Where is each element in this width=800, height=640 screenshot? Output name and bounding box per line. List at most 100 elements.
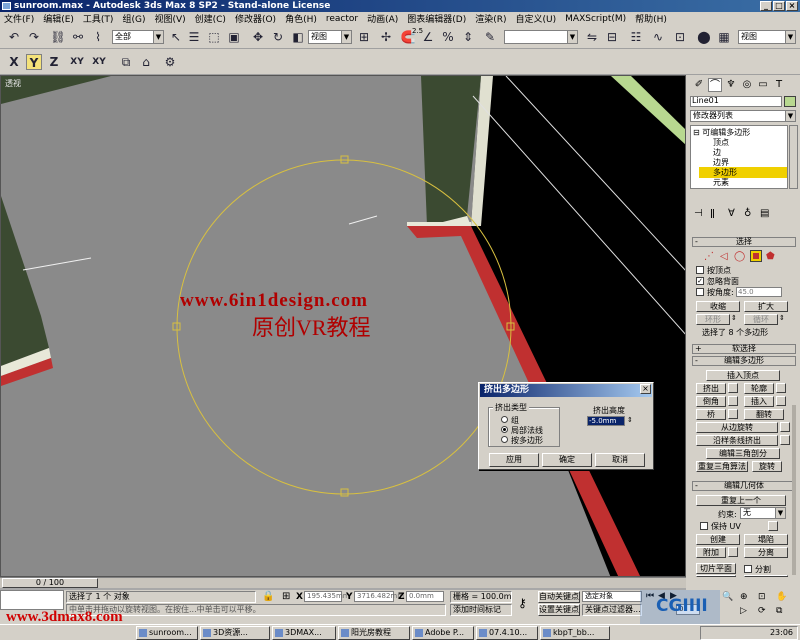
hinge-settings-button[interactable]: [780, 422, 790, 432]
select-by-name-icon[interactable]: ☰: [186, 29, 202, 45]
set-key-button[interactable]: 设置关键点: [538, 604, 580, 616]
make-unique-icon[interactable]: ∀: [728, 208, 735, 219]
menu-rendering[interactable]: 渲染(R): [475, 12, 506, 25]
radio-by-polygon[interactable]: [501, 436, 508, 443]
pin-stack-icon[interactable]: ⊣: [694, 208, 703, 219]
menu-file[interactable]: 文件(F): [4, 12, 34, 25]
detach-button[interactable]: 分离: [744, 547, 788, 558]
zoom-icon[interactable]: 🔍: [722, 592, 733, 602]
angle-field[interactable]: 45.0: [736, 287, 782, 297]
edit-triangulation-button[interactable]: 编辑三角剖分: [706, 448, 780, 459]
maximize-viewport-icon[interactable]: ⧉: [776, 606, 782, 616]
configure-sets-icon[interactable]: ▤: [760, 208, 769, 219]
object-name-field[interactable]: Line01: [690, 96, 782, 107]
minimize-button[interactable]: _: [760, 1, 772, 11]
stack-item-element[interactable]: 元素: [713, 177, 729, 188]
loop-button[interactable]: 循环: [744, 314, 778, 325]
collapse-button[interactable]: 塌陷: [744, 534, 788, 545]
radio-local-normal[interactable]: [501, 426, 508, 433]
y-coord-field[interactable]: 3716.482mm: [354, 591, 404, 602]
flip-button[interactable]: 翻转: [744, 409, 784, 420]
outline-settings-button[interactable]: [776, 383, 786, 393]
utilities-tab-icon[interactable]: T: [772, 78, 786, 92]
axis-xy-cycle-button[interactable]: XY: [90, 54, 108, 70]
spinner-snap-icon[interactable]: ⇕: [460, 29, 476, 45]
radio-group[interactable]: [501, 416, 508, 423]
preserve-uv-settings-button[interactable]: [768, 521, 778, 531]
constraints-dropdown[interactable]: 无 ▼: [740, 507, 786, 519]
window-crossing-icon[interactable]: ▣: [226, 29, 242, 45]
remove-modifier-icon[interactable]: ♁: [744, 208, 751, 219]
apply-button[interactable]: 应用: [489, 453, 539, 467]
key-icon[interactable]: ⚷: [518, 596, 527, 610]
mesh-icon[interactable]: ⌂: [138, 54, 154, 70]
taskbar-item-sunroom-tutorial[interactable]: 阳光房教程: [338, 626, 410, 640]
gear-icon[interactable]: ⚙: [162, 54, 178, 70]
taskbar-item-3d-resources[interactable]: 3D资源...: [200, 626, 270, 640]
stack-scrollbar[interactable]: [789, 125, 798, 189]
menu-edit[interactable]: 编辑(E): [43, 12, 74, 25]
key-filters-button[interactable]: 关键点过滤器...: [582, 604, 642, 616]
close-button[interactable]: ×: [786, 1, 798, 11]
taskbar-item-sunroom[interactable]: sunroom...: [136, 626, 198, 640]
split-checkbox[interactable]: [744, 565, 752, 573]
mirror-icon[interactable]: ⇋: [584, 29, 600, 45]
undo-icon[interactable]: ↶: [6, 29, 22, 45]
z-coord-field[interactable]: 0.0mm: [406, 591, 444, 602]
move-icon[interactable]: ✥: [250, 29, 266, 45]
bridge-button[interactable]: 桥: [696, 409, 726, 420]
selected-dropdown[interactable]: 选定对象: [582, 591, 642, 602]
height-spinner-icon[interactable]: ⇕: [627, 416, 633, 424]
create-tab-icon[interactable]: ✐: [692, 78, 706, 92]
shrink-button[interactable]: 收缩: [696, 301, 740, 312]
align-icon[interactable]: ⊟: [604, 29, 620, 45]
motion-tab-icon[interactable]: ◎: [740, 78, 754, 92]
grow-button[interactable]: 扩大: [744, 301, 788, 312]
menu-reactor[interactable]: reactor: [326, 14, 358, 24]
axis-z-button[interactable]: Z: [46, 54, 62, 70]
menu-graph-editors[interactable]: 图表编辑器(D): [407, 12, 466, 25]
menu-maxscript[interactable]: MAXScript(M): [565, 14, 626, 24]
absolute-mode-icon[interactable]: ⊞: [282, 591, 290, 602]
x-coord-field[interactable]: 195.435mm: [304, 591, 350, 602]
spinner-icon[interactable]: ⇕: [779, 314, 785, 322]
cube-icon[interactable]: ⧉: [118, 54, 134, 70]
edge-mode-icon[interactable]: ◁: [720, 251, 728, 262]
modifier-list-dropdown[interactable]: 修改器列表 ▼: [690, 110, 796, 122]
by-angle-checkbox[interactable]: [696, 288, 704, 296]
lock-icon[interactable]: 🔒: [262, 591, 274, 602]
render-scene-icon[interactable]: ▦: [716, 29, 732, 45]
by-vertex-checkbox[interactable]: [696, 266, 704, 274]
bind-space-warp-icon[interactable]: ⌇: [90, 29, 106, 45]
modify-tab-icon[interactable]: ⌒: [708, 78, 722, 92]
render-view-dropdown[interactable]: 视图 ▼: [738, 30, 796, 44]
vertex-mode-icon[interactable]: ⋰: [704, 251, 714, 262]
axis-xy-button[interactable]: XY: [68, 54, 86, 70]
attach-button[interactable]: 附加: [696, 547, 726, 558]
bevel-button[interactable]: 倒角: [696, 396, 726, 407]
repeat-last-button[interactable]: 重复上一个: [696, 495, 786, 506]
panel-scrollbar[interactable]: [792, 405, 796, 575]
scale-icon[interactable]: ◧: [290, 29, 306, 45]
taskbar-item-adobe[interactable]: Adobe P...: [412, 626, 474, 640]
pivot-center-icon[interactable]: ⊞: [356, 29, 372, 45]
turn-button[interactable]: 旋转: [752, 461, 782, 472]
hierarchy-tab-icon[interactable]: ♆: [724, 78, 738, 92]
retriangulate-button[interactable]: 重复三角算法: [696, 461, 748, 472]
extrude-settings-button[interactable]: [728, 383, 738, 393]
orbit-icon[interactable]: ⟳: [758, 606, 766, 616]
extrude-spline-settings-button[interactable]: [780, 435, 790, 445]
time-slider-thumb[interactable]: 0 / 100: [2, 578, 98, 588]
menu-tools[interactable]: 工具(T): [83, 12, 114, 25]
inset-button[interactable]: 插入: [744, 396, 774, 407]
ring-button[interactable]: 环形: [696, 314, 730, 325]
selection-rollout-title[interactable]: - 选择: [692, 237, 796, 247]
layer-manager-icon[interactable]: ☷: [628, 29, 644, 45]
insert-vertex-button[interactable]: 插入顶点: [706, 370, 780, 381]
attach-settings-button[interactable]: [728, 547, 738, 557]
named-selection-dropdown[interactable]: ▼: [504, 30, 578, 44]
maxscript-listener[interactable]: [0, 590, 64, 610]
fov-icon[interactable]: ▷: [740, 606, 747, 616]
axis-y-button[interactable]: Y: [26, 54, 42, 70]
menu-views[interactable]: 视图(V): [154, 12, 185, 25]
